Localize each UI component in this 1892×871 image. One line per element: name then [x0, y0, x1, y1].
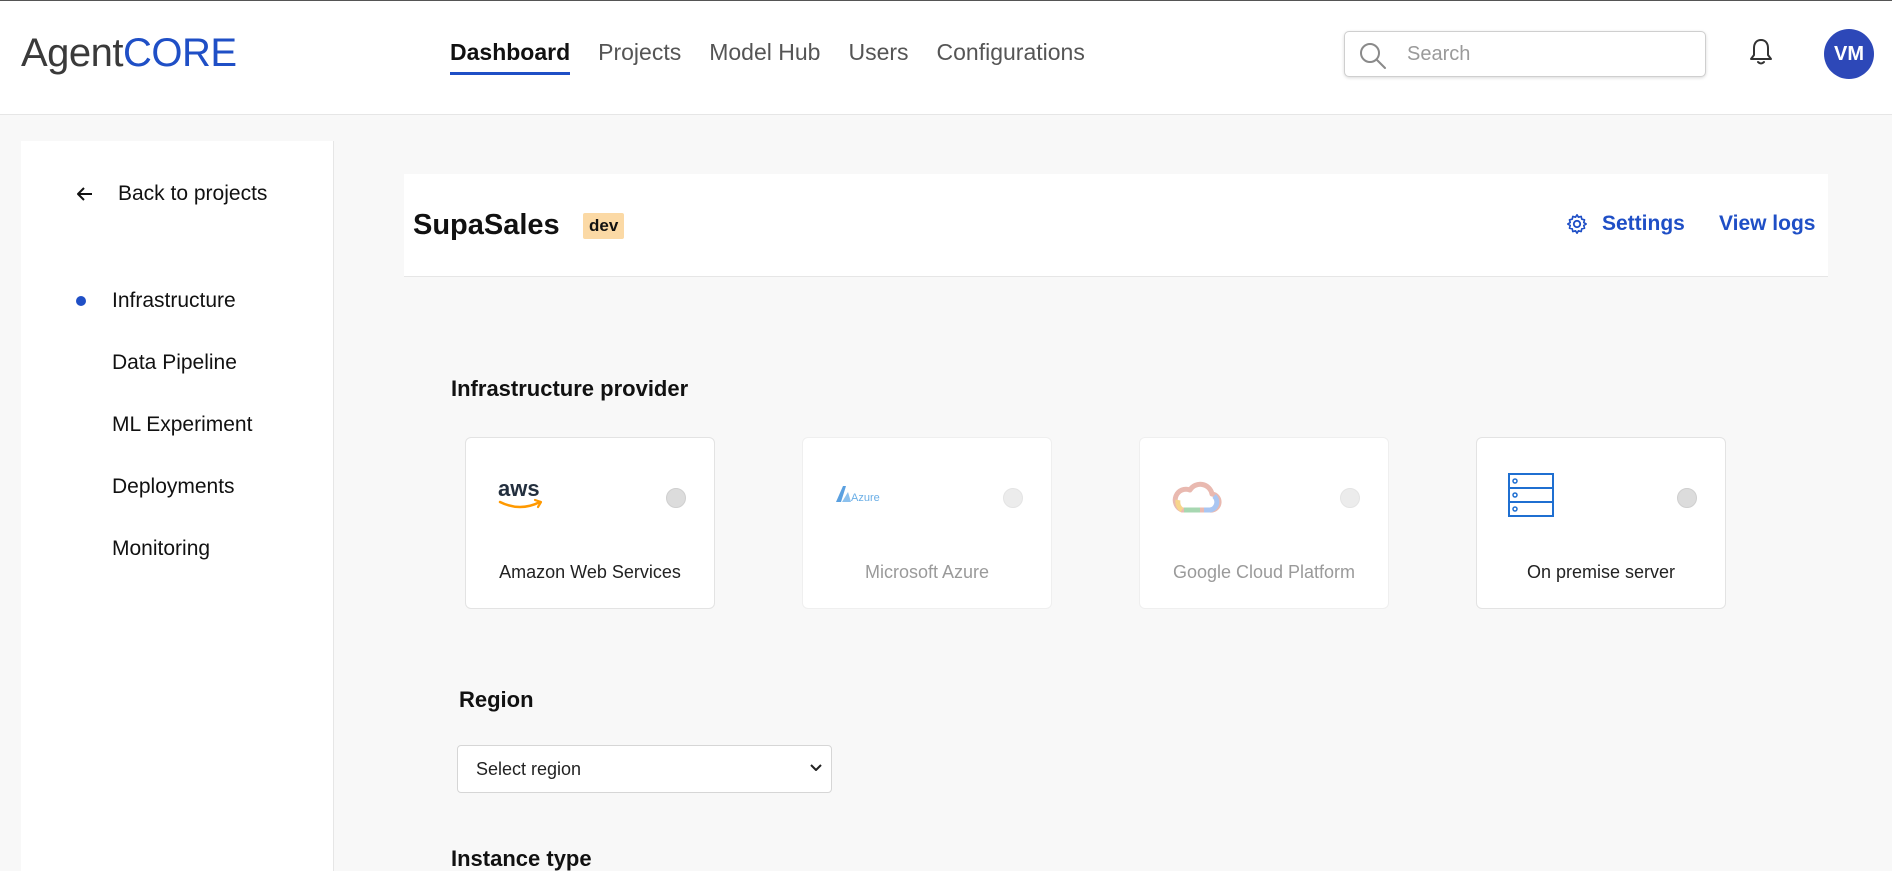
- user-avatar[interactable]: VM: [1824, 29, 1874, 79]
- provider-card-on-premise[interactable]: On premise server: [1476, 437, 1726, 609]
- radio-button[interactable]: [1340, 488, 1360, 508]
- aws-logo-icon: aws: [496, 476, 556, 516]
- gear-icon: [1567, 214, 1587, 234]
- sidebar-item-monitoring[interactable]: Monitoring: [21, 537, 334, 599]
- infrastructure-provider-heading: Infrastructure provider: [451, 376, 689, 401]
- region-select[interactable]: Select region: [457, 745, 832, 793]
- provider-card-azure[interactable]: Azure Microsoft Azure: [802, 437, 1052, 609]
- sidebar-item-label: Monitoring: [112, 537, 211, 560]
- back-to-projects-link[interactable]: Back to projects: [76, 182, 267, 206]
- chevron-down-icon: [810, 764, 822, 771]
- bell-icon[interactable]: [1748, 37, 1774, 72]
- arrow-left-icon: [77, 187, 92, 201]
- region-select-value: Select region: [476, 759, 582, 779]
- aws-logo-text: aws: [498, 476, 540, 501]
- nav-dashboard[interactable]: Dashboard: [450, 39, 571, 75]
- settings-label: Settings: [1602, 212, 1685, 235]
- sidebar-item-ml-experiment[interactable]: ML Experiment: [21, 413, 334, 475]
- sidebar-item-deployments[interactable]: Deployments: [21, 475, 334, 537]
- sidebar-item-label: ML Experiment: [112, 413, 253, 436]
- provider-card-aws[interactable]: aws Amazon Web Services: [465, 437, 715, 609]
- active-dot-icon: [76, 296, 86, 306]
- provider-name: Google Cloud Platform: [1172, 562, 1356, 582]
- region-heading: Region: [459, 687, 534, 712]
- sidebar-item-label: Data Pipeline: [112, 351, 237, 374]
- instance-type-heading: Instance type: [451, 846, 592, 871]
- page-title: SupaSales: [413, 209, 560, 241]
- view-logs-link[interactable]: View logs: [1719, 212, 1815, 236]
- server-rack-icon: [1507, 473, 1567, 517]
- radio-button[interactable]: [666, 488, 686, 508]
- logo-text-core: CORE: [123, 31, 237, 75]
- azure-logo-text: Azure: [851, 492, 880, 504]
- sidebar: Back to projects Infrastructure Data Pip…: [21, 141, 334, 871]
- nav-users[interactable]: Users: [848, 39, 908, 75]
- azure-logo-icon: Azure: [833, 476, 893, 516]
- project-header: SupaSales dev Settings View logs: [404, 174, 1828, 277]
- main-nav: Dashboard Projects Model Hub Users Confi…: [450, 39, 1113, 75]
- env-badge: dev: [583, 213, 625, 239]
- sidebar-item-label: Infrastructure: [112, 289, 236, 312]
- search-input[interactable]: [1407, 38, 1687, 70]
- project-steps-nav: Infrastructure Data Pipeline ML Experime…: [21, 289, 334, 599]
- radio-button[interactable]: [1003, 488, 1023, 508]
- sidebar-item-label: Deployments: [112, 475, 235, 498]
- back-label: Back to projects: [118, 182, 268, 205]
- provider-card-gcp[interactable]: Google Cloud Platform: [1139, 437, 1389, 609]
- radio-button[interactable]: [1677, 488, 1697, 508]
- provider-name: Amazon Web Services: [499, 562, 681, 582]
- nav-projects[interactable]: Projects: [598, 39, 681, 75]
- top-bar: AgentCORE Dashboard Projects Model Hub U…: [0, 0, 1892, 115]
- logo-text-agent: Agent: [21, 31, 124, 75]
- sidebar-item-infrastructure[interactable]: Infrastructure: [21, 289, 334, 351]
- sidebar-item-data-pipeline[interactable]: Data Pipeline: [21, 351, 334, 413]
- provider-name: On premise server: [1526, 562, 1676, 582]
- provider-name: Microsoft Azure: [864, 562, 990, 582]
- nav-configurations[interactable]: Configurations: [937, 39, 1085, 75]
- nav-model-hub[interactable]: Model Hub: [709, 39, 820, 75]
- gcp-cloud-icon: [1170, 476, 1230, 516]
- settings-button[interactable]: Settings: [1566, 212, 1685, 236]
- search-icon: [1360, 43, 1386, 69]
- app-logo[interactable]: AgentCORE: [21, 31, 237, 76]
- search-box[interactable]: [1344, 31, 1706, 77]
